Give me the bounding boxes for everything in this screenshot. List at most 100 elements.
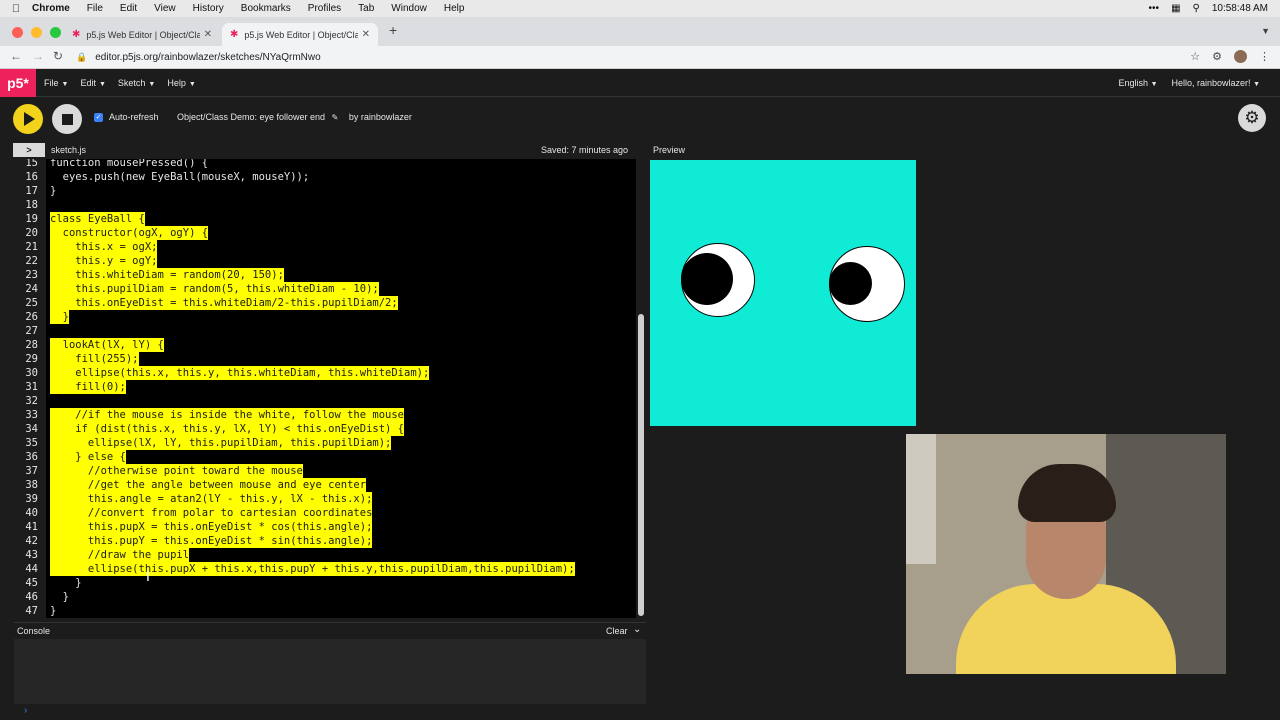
code-text[interactable]: } else { (50, 450, 126, 464)
preview-canvas[interactable] (650, 160, 916, 426)
code-line[interactable]: 30 ellipse(this.x, this.y, this.whiteDia… (14, 366, 636, 380)
scrollbar-thumb[interactable] (638, 314, 644, 616)
code-line[interactable]: 24 this.pupilDiam = random(5, this.white… (14, 282, 636, 296)
browser-tab-active[interactable]: ✱ p5.js Web Editor | Object/Class ✕ (222, 23, 378, 46)
code-line[interactable]: 22 this.y = ogY; (14, 254, 636, 268)
code-lines[interactable]: 15 function mousePressed() {16 eyes.push(… (14, 159, 636, 618)
menu-profiles[interactable]: Profiles (308, 3, 341, 14)
code-line[interactable]: 32 (14, 394, 636, 408)
console-prompt[interactable]: › (24, 705, 27, 716)
code-line[interactable]: 26 } (14, 310, 636, 324)
code-line[interactable]: 39 this.angle = atan2(lY - this.y, lX - … (14, 492, 636, 506)
back-icon[interactable]: ← (10, 49, 22, 63)
menu-file[interactable]: File (87, 3, 103, 14)
code-text[interactable]: this.angle = atan2(lY - this.y, lX - thi… (50, 492, 373, 506)
code-line[interactable]: 35 ellipse(lX, lY, this.pupilDiam, this.… (14, 436, 636, 450)
code-line[interactable]: 23 this.whiteDiam = random(20, 150); (14, 268, 636, 282)
code-text[interactable]: eyes.push(new EyeBall(mouseX, mouseY)); (50, 170, 310, 184)
menu-window[interactable]: Window (391, 3, 427, 14)
code-text[interactable]: //convert from polar to cartesian coordi… (50, 506, 373, 520)
code-text[interactable]: } (50, 604, 56, 618)
code-line[interactable]: 20 constructor(ogX, ogY) { (14, 226, 636, 240)
maximize-window-icon[interactable] (50, 27, 61, 38)
sketch-name[interactable]: Object/Class Demo: eye follower end (177, 112, 325, 122)
code-text[interactable]: class EyeBall { (50, 212, 145, 226)
code-text[interactable]: //draw the pupil (50, 548, 190, 562)
menu-tab[interactable]: Tab (358, 3, 374, 14)
close-tab-icon[interactable]: ✕ (204, 29, 212, 40)
auto-refresh-checkbox[interactable]: ✓ (94, 112, 103, 122)
code-text[interactable]: this.pupY = this.onEyeDist * sin(this.an… (50, 534, 373, 548)
code-line[interactable]: 42 this.pupY = this.onEyeDist * sin(this… (14, 534, 636, 548)
profile-avatar[interactable] (1234, 50, 1247, 63)
nav-help-menu[interactable]: Help ▼ (167, 78, 195, 88)
menu-help[interactable]: Help (444, 3, 465, 14)
menu-history[interactable]: History (193, 3, 224, 14)
code-text[interactable]: function mousePressed() { (50, 159, 208, 170)
p5-logo[interactable]: p5* (0, 68, 36, 97)
close-window-icon[interactable] (12, 27, 23, 38)
minimize-window-icon[interactable] (31, 27, 42, 38)
control-center-icon[interactable]: ▦ (1171, 3, 1180, 14)
nav-edit-menu[interactable]: Edit ▼ (80, 78, 105, 88)
code-line[interactable]: 40 //convert from polar to cartesian coo… (14, 506, 636, 520)
code-text[interactable]: this.y = ogY; (50, 254, 158, 268)
code-text[interactable]: fill(0); (50, 380, 126, 394)
address-bar[interactable]: 🔒 editor.p5js.org/rainbowlazer/sketches/… (76, 48, 1206, 67)
code-line[interactable]: 43 //draw the pupil (14, 548, 636, 562)
code-text[interactable]: ellipse(this.pupX + this.x,this.pupY + t… (50, 562, 575, 576)
code-line[interactable]: 19 class EyeBall { (14, 212, 636, 226)
code-line[interactable]: 38 //get the angle between mouse and eye… (14, 478, 636, 492)
code-text[interactable]: //otherwise point toward the mouse (50, 464, 303, 478)
clear-console-button[interactable]: Clear (606, 626, 628, 636)
search-icon[interactable]: ⚲ (1193, 3, 1200, 14)
code-text[interactable]: this.pupilDiam = random(5, this.whiteDia… (50, 282, 379, 296)
code-text[interactable]: constructor(ogX, ogY) { (50, 226, 209, 240)
code-text[interactable]: fill(255); (50, 352, 139, 366)
code-line[interactable]: 18 (14, 198, 636, 212)
code-text[interactable]: //if the mouse is inside the white, foll… (50, 408, 405, 422)
settings-button[interactable]: ⚙ (1238, 104, 1266, 132)
collapse-console-icon[interactable]: ⌄ (633, 624, 641, 635)
menu-bookmarks[interactable]: Bookmarks (241, 3, 291, 14)
tab-search-icon[interactable]: ▼ (1261, 26, 1270, 36)
url-text[interactable]: editor.p5js.org/rainbowlazer/sketches/NY… (95, 52, 320, 63)
browser-tab[interactable]: ✱ p5.js Web Editor | Object/Class ✕ (64, 23, 220, 46)
auto-refresh-toggle[interactable]: ✓ Auto-refresh (94, 112, 159, 122)
code-text[interactable]: this.whiteDiam = random(20, 150); (50, 268, 284, 282)
code-line[interactable]: 46 } (14, 590, 636, 604)
lock-icon[interactable]: 🔒 (76, 52, 87, 63)
code-text[interactable]: } (50, 184, 56, 198)
code-line[interactable]: 41 this.pupX = this.onEyeDist * cos(this… (14, 520, 636, 534)
code-line[interactable]: 45 } (14, 576, 636, 590)
code-line[interactable]: 21 this.x = ogX; (14, 240, 636, 254)
code-text[interactable]: if (dist(this.x, this.y, lX, lY) < this.… (50, 422, 405, 436)
bookmark-star-icon[interactable]: ☆ (1190, 50, 1200, 63)
extensions-icon[interactable]: ⚙ (1212, 50, 1222, 63)
language-menu[interactable]: English ▼ (1119, 78, 1158, 88)
code-line[interactable]: 25 this.onEyeDist = this.whiteDiam/2-thi… (14, 296, 636, 310)
code-line[interactable]: 27 (14, 324, 636, 338)
code-text[interactable]: } (50, 310, 69, 324)
code-line[interactable]: 36 } else { (14, 450, 636, 464)
nav-file-menu[interactable]: File ▼ (44, 78, 68, 88)
reload-icon[interactable]: ↻ (53, 49, 63, 63)
apple-icon[interactable]:  (0, 3, 32, 15)
menu-edit[interactable]: Edit (120, 3, 137, 14)
code-line[interactable]: 15 function mousePressed() { (14, 159, 636, 170)
user-menu[interactable]: Hello, rainbowlazer! ▼ (1172, 78, 1261, 88)
expand-sidebar-button[interactable]: > (13, 143, 45, 157)
code-line[interactable]: 17} (14, 184, 636, 198)
code-line[interactable]: 37 //otherwise point toward the mouse (14, 464, 636, 478)
code-text[interactable]: //get the angle between mouse and eye ce… (50, 478, 367, 492)
chrome-menu-icon[interactable]: ⋮ (1259, 50, 1270, 63)
sketch-title[interactable]: Object/Class Demo: eye follower end ✎ by… (177, 112, 412, 122)
code-text[interactable]: this.onEyeDist = this.whiteDiam/2-this.p… (50, 296, 398, 310)
code-line[interactable]: 16 eyes.push(new EyeBall(mouseX, mouseY)… (14, 170, 636, 184)
menu-app-name[interactable]: Chrome (32, 3, 70, 14)
code-line[interactable]: 34 if (dist(this.x, this.y, lX, lY) < th… (14, 422, 636, 436)
code-line[interactable]: 44 ellipse(this.pupX + this.x,this.pupY … (14, 562, 636, 576)
nav-sketch-menu[interactable]: Sketch ▼ (118, 78, 155, 88)
code-line[interactable]: 29 fill(255); (14, 352, 636, 366)
forward-icon[interactable]: → (32, 49, 44, 63)
